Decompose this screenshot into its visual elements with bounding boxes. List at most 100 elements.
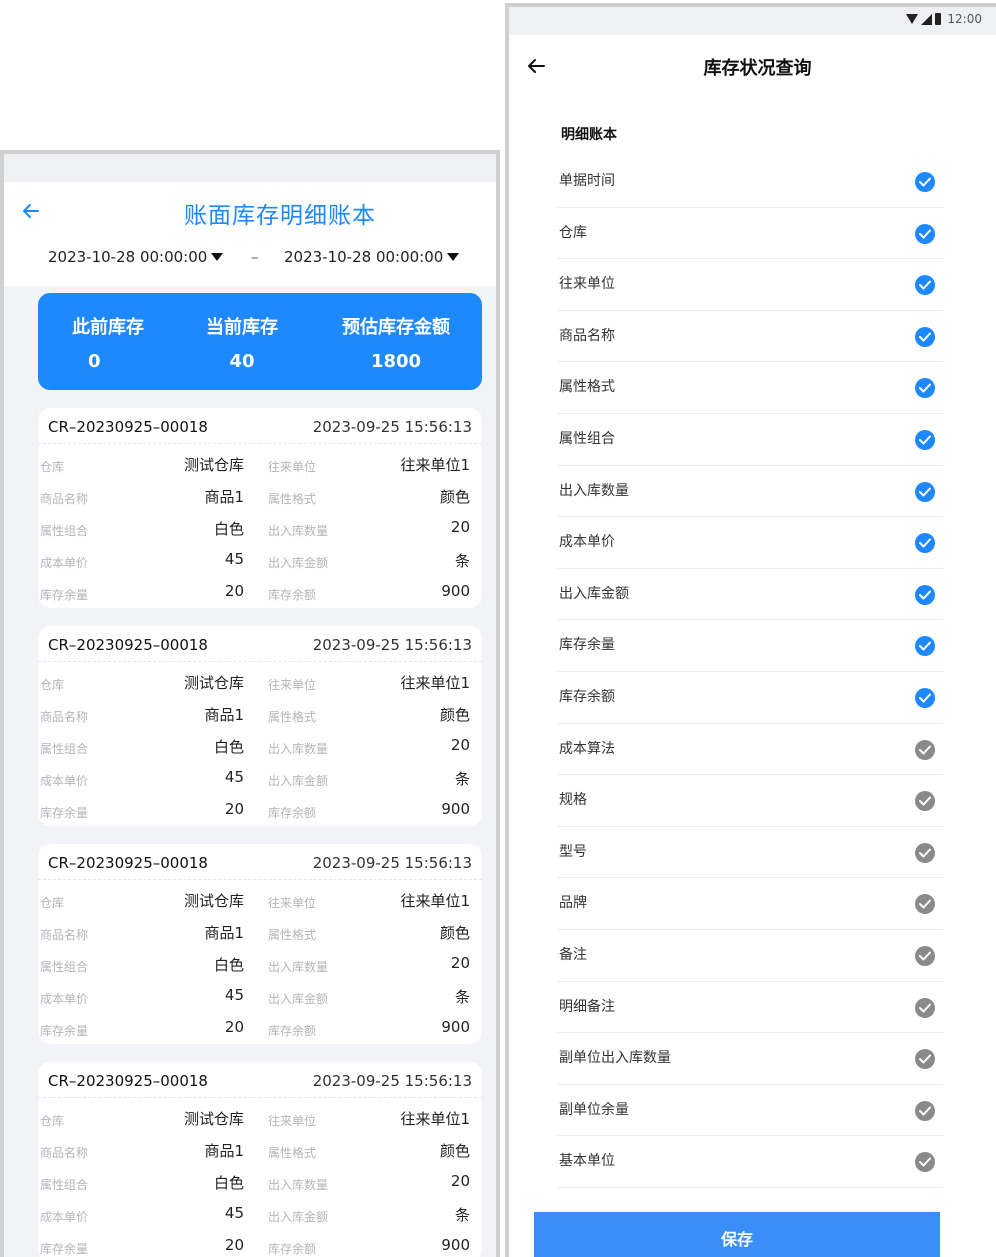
field-value: 往来单位1 xyxy=(400,1110,470,1128)
option-label: 商品名称 xyxy=(559,327,615,344)
record-card[interactable]: CR–20230925–00018 2023-09-25 15:56:13 仓库 测试… xyxy=(38,626,482,826)
page-title: 库存状况查询 xyxy=(703,58,812,79)
column-option-row[interactable]: 明细备注 xyxy=(557,982,943,1034)
column-option-row[interactable]: 基本单位 xyxy=(557,1136,943,1188)
field-value: 测试仓库 xyxy=(183,1110,244,1128)
column-option-row[interactable]: 副单位余量 xyxy=(557,1085,943,1137)
status-time: 12:00 xyxy=(947,12,982,26)
field-label: 属性格式 xyxy=(268,928,317,942)
field-label: 库存余量 xyxy=(40,806,89,820)
record-number: CR–20230925–00018 xyxy=(48,854,208,872)
column-option-row[interactable]: 库存余量 xyxy=(557,620,943,672)
checked-circle-icon[interactable] xyxy=(915,687,935,708)
option-label: 往来单位 xyxy=(559,276,615,293)
column-option-row[interactable]: 备注 xyxy=(557,930,943,982)
record-number: CR–20230925–00018 xyxy=(48,636,208,654)
field-value: 商品1 xyxy=(204,1142,244,1160)
unchecked-circle-icon[interactable] xyxy=(915,1152,935,1173)
checked-circle-icon[interactable] xyxy=(915,172,935,192)
unchecked-circle-icon[interactable] xyxy=(915,842,935,863)
column-option-row[interactable]: 成本算法 xyxy=(557,724,943,776)
record-row: 商品名称 商品1 属性格式 颜色 xyxy=(38,1138,482,1168)
option-label: 属性格式 xyxy=(559,379,615,396)
end-date-picker[interactable]: 2023-10-28 00:00:00 xyxy=(284,248,460,266)
field-label: 库存余额 xyxy=(268,1024,317,1038)
record-row: 成本单价 45 出入库金额 条 xyxy=(38,1202,482,1232)
unchecked-circle-icon[interactable] xyxy=(915,894,935,915)
column-option-row[interactable]: 出入库数量 xyxy=(557,466,943,518)
column-option-row[interactable]: 往来单位 xyxy=(557,259,943,311)
unchecked-circle-icon[interactable] xyxy=(915,997,935,1018)
field-value: 往来单位1 xyxy=(400,892,470,910)
record-row: 仓库 测试仓库 往来单位 往来单位1 xyxy=(38,1106,482,1136)
column-option-row[interactable]: 属性组合 xyxy=(557,414,943,466)
column-option-row[interactable]: 副单位出入库数量 xyxy=(557,1033,943,1085)
option-label: 成本单价 xyxy=(559,534,615,551)
unchecked-circle-icon[interactable] xyxy=(915,791,935,812)
checked-circle-icon[interactable] xyxy=(915,326,935,347)
column-option-row[interactable]: 出入库金额 xyxy=(557,569,943,621)
record-card[interactable]: CR–20230925–00018 2023-09-25 15:56:13 仓库 测试… xyxy=(38,844,482,1044)
summary-value: 40 xyxy=(229,351,255,372)
record-row: 商品名称 商品1 属性格式 颜色 xyxy=(38,702,482,732)
field-label: 属性组合 xyxy=(40,742,89,756)
field-value: 测试仓库 xyxy=(183,892,244,910)
checked-circle-icon[interactable] xyxy=(915,429,935,450)
field-label: 出入库数量 xyxy=(268,960,329,974)
field-value: 900 xyxy=(441,582,470,600)
record-row: 商品名称 商品1 属性格式 颜色 xyxy=(38,484,482,514)
field-value: 20 xyxy=(224,582,244,600)
checked-circle-icon[interactable] xyxy=(915,481,935,502)
option-label: 备注 xyxy=(559,946,587,963)
column-option-row[interactable]: 规格 xyxy=(557,775,943,827)
checked-circle-icon[interactable] xyxy=(915,378,935,399)
stock-query-screen: 12:00 库存状况查询 明细账本 单据时间 仓库 往来单位 商品名称 属性格式 属性组合… xyxy=(505,3,996,1257)
record-row: 成本单价 45 出入库金额 条 xyxy=(38,766,482,796)
field-label: 成本单价 xyxy=(40,992,89,1006)
summary-value: 1800 xyxy=(370,351,422,372)
option-label: 成本算法 xyxy=(559,740,615,757)
checked-circle-icon[interactable] xyxy=(915,636,935,657)
column-option-row[interactable]: 品牌 xyxy=(557,878,943,930)
field-value: 45 xyxy=(224,768,244,786)
record-number: CR–20230925–00018 xyxy=(48,418,208,436)
record-card[interactable]: CR–20230925–00018 2023-09-25 15:56:13 仓库 测试… xyxy=(38,408,482,608)
status-bar xyxy=(4,154,496,182)
record-card[interactable]: CR–20230925–00018 2023-09-25 15:56:13 仓库 测试… xyxy=(38,1062,482,1257)
save-button[interactable]: 保存 xyxy=(534,1212,940,1257)
summary-label: 预估库存金额 xyxy=(342,317,450,338)
column-option-row[interactable]: 商品名称 xyxy=(557,311,943,363)
field-label: 仓库 xyxy=(40,460,65,474)
checked-circle-icon[interactable] xyxy=(915,275,935,296)
field-label: 往来单位 xyxy=(268,896,317,910)
checked-circle-icon[interactable] xyxy=(915,584,935,605)
option-label: 基本单位 xyxy=(559,1153,615,1170)
column-option-row[interactable]: 成本单价 xyxy=(557,517,943,569)
column-option-row[interactable]: 库存余额 xyxy=(557,672,943,724)
field-label: 往来单位 xyxy=(268,1114,317,1128)
column-option-row[interactable]: 仓库 xyxy=(557,208,943,260)
field-label: 库存余额 xyxy=(268,588,317,602)
column-option-row[interactable]: 属性格式 xyxy=(557,362,943,414)
record-row: 属性组合 白色 出入库数量 20 xyxy=(38,734,482,764)
unchecked-circle-icon[interactable] xyxy=(915,739,935,760)
field-label: 商品名称 xyxy=(40,928,89,942)
end-date-value: 2023-10-28 00:00:00 xyxy=(284,248,444,266)
field-value: 条 xyxy=(454,1206,470,1224)
summary-previous-stock: 此前库存 0 xyxy=(70,313,146,372)
option-label: 规格 xyxy=(559,792,587,809)
summary-estimated-amount: 预估库存金额 1800 xyxy=(334,313,458,372)
start-date-picker[interactable]: 2023-10-28 00:00:00 xyxy=(48,248,224,266)
field-value: 20 xyxy=(450,1172,470,1190)
record-number: CR–20230925–00018 xyxy=(48,1072,208,1090)
field-label: 属性格式 xyxy=(268,710,317,724)
unchecked-circle-icon[interactable] xyxy=(915,945,935,966)
column-option-row[interactable]: 单据时间 xyxy=(557,156,943,208)
status-bar: 12:00 xyxy=(509,7,996,35)
unchecked-circle-icon[interactable] xyxy=(915,1049,935,1070)
column-option-row[interactable]: 型号 xyxy=(557,827,943,879)
checked-circle-icon[interactable] xyxy=(915,223,935,244)
unchecked-circle-icon[interactable] xyxy=(915,1100,935,1121)
checked-circle-icon[interactable] xyxy=(915,533,935,554)
field-value: 颜色 xyxy=(439,1142,470,1160)
